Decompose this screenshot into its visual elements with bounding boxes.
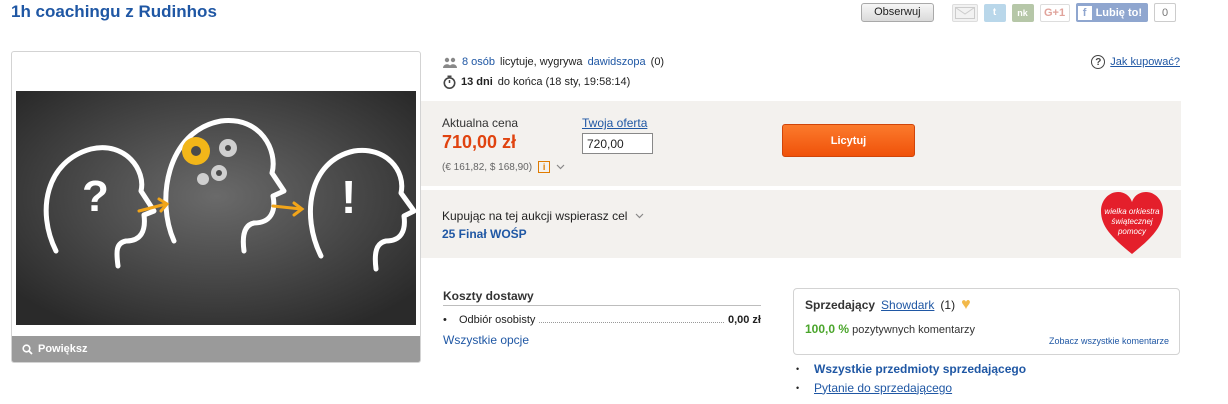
chevron-down-icon[interactable] [556, 164, 565, 170]
leader-dots [539, 322, 724, 323]
all-comments-link[interactable]: Zobacz wszystkie komentarze [1049, 336, 1169, 346]
logo-line: pomocy [1117, 227, 1147, 236]
facebook-like-label: Lubię to! [1095, 6, 1142, 19]
seller-panel: Sprzedający Showdark (1) ♥ 100,0 % pozyt… [793, 288, 1180, 355]
zoom-label: Powiększ [38, 343, 88, 355]
facebook-like-count: 0 [1154, 3, 1176, 22]
seller-name-link[interactable]: Showdark [881, 298, 934, 312]
shipping-section: Koszty dostawy • Odbiór osobisty 0,00 zł… [443, 289, 761, 347]
bullet: • [443, 314, 447, 326]
end-time: do końca (18 sty, 19:58:14) [497, 76, 631, 88]
google-plus-share-button[interactable]: G+1 [1039, 3, 1070, 22]
heart-icon: ♥ [961, 296, 971, 313]
offer-input[interactable] [582, 133, 653, 154]
seller-rating: 100,0 % pozytywnych komentarzy [805, 322, 975, 336]
all-shipping-options-link[interactable]: Wszystkie opcje [443, 333, 529, 347]
positive-percentage: 100,0 % [805, 322, 850, 336]
bidders-text: licytuje, wygrywa [500, 56, 583, 68]
wosp-heart-logo: wielka orkiestra świątecznej pomocy [1101, 192, 1163, 254]
price-conversion-text: (€ 161,82, $ 168,90) [442, 161, 533, 173]
magnifier-icon [22, 343, 33, 355]
stopwatch-icon [443, 75, 456, 89]
nk-share-icon[interactable]: nk [1011, 3, 1034, 22]
current-price: 710,00 zł [442, 132, 517, 152]
logo-line: wielka orkiestra [1104, 207, 1160, 216]
twitter-share-icon[interactable]: t [983, 3, 1006, 22]
people-icon [443, 57, 457, 68]
ask-seller-link[interactable]: Pytanie do sprzedającego [814, 381, 952, 395]
facebook-icon: f [1077, 5, 1092, 20]
price-panel: Aktualna cena 710,00 zł (€ 161,82, $ 168… [421, 101, 1181, 186]
info-icon[interactable]: i [538, 161, 551, 173]
winner-link[interactable]: dawidszopa [588, 56, 646, 68]
positive-text: pozytywnych komentarzy [852, 324, 975, 336]
how-to-buy-link[interactable]: Jak kupować? [1110, 56, 1180, 68]
question-icon: ? [1091, 55, 1106, 69]
page-title: 1h coachingu z Rudinhos [11, 2, 217, 21]
your-offer-label[interactable]: Twoja oferta [582, 116, 647, 130]
email-share-icon[interactable] [951, 3, 978, 22]
chevron-down-icon [636, 213, 644, 219]
price-conversion: (€ 161,82, $ 168,90) i [442, 161, 565, 173]
bid-button[interactable]: Licytuj [782, 124, 915, 157]
svg-text:?: ? [82, 172, 109, 221]
item-photo[interactable]: ? ! [16, 91, 416, 325]
zoom-button[interactable]: Powiększ [12, 336, 420, 362]
charity-panel: Kupując na tej aukcji wspierasz cel 25 F… [421, 190, 1181, 258]
days-left: 13 dni [461, 76, 493, 88]
charity-info[interactable]: Kupując na tej aukcji wspierasz cel [442, 209, 644, 223]
seller-label: Sprzedający [805, 298, 876, 312]
seller-row: Sprzedający Showdark (1) ♥ [805, 296, 971, 313]
shipping-method: Odbiór osobisty [459, 314, 536, 326]
charity-text: Kupując na tej aukcji wspierasz cel [442, 209, 628, 223]
shipping-cost: 0,00 zł [727, 314, 761, 326]
shipping-row: • Odbiór osobisty 0,00 zł [443, 314, 761, 326]
share-toolbar: Obserwuj t nk G+1 f Lubię to! 0 [861, 3, 1176, 22]
bidders-link[interactable]: 8 osób [462, 56, 495, 68]
seller-items-link[interactable]: Wszystkie przedmioty sprzedającego [814, 362, 1026, 376]
shipping-heading: Koszty dostawy [443, 289, 761, 306]
seller-score: (1) [940, 298, 956, 312]
auction-status: 8 osób licytuje, wygrywa dawidszopa (0) … [443, 52, 664, 92]
facebook-like-button[interactable]: f Lubię to! [1075, 3, 1148, 22]
winner-score: (0) [650, 56, 665, 68]
seller-links: • Wszystkie przedmioty sprzedającego • P… [796, 359, 1026, 397]
svg-text:!: ! [341, 171, 356, 223]
how-to-buy[interactable]: ? Jak kupować? [1091, 55, 1180, 69]
logo-line: świątecznej [1111, 217, 1153, 226]
item-gallery[interactable]: ? ! Powiększ [11, 51, 421, 363]
charity-name: 25 Finał WOŚP [442, 227, 527, 241]
observe-button[interactable]: Obserwuj [861, 3, 934, 22]
list-item: • Pytanie do sprzedającego [796, 380, 953, 395]
current-price-label: Aktualna cena [442, 116, 519, 130]
list-item: • Wszystkie przedmioty sprzedającego [796, 361, 1027, 376]
